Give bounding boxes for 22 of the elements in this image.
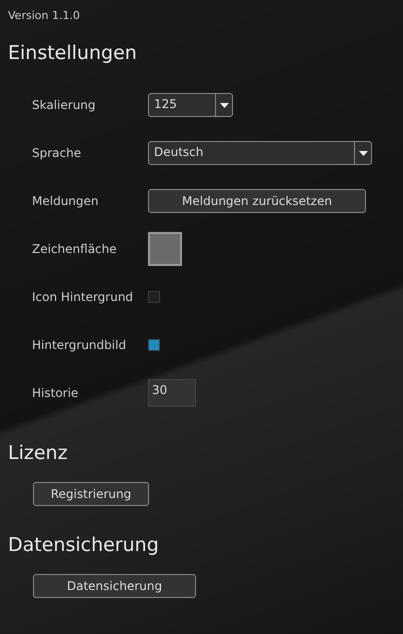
setting-label: Skalierung bbox=[31, 98, 97, 112]
setting-label: Icon Hintergrund bbox=[31, 290, 134, 304]
caret-icon bbox=[358, 150, 368, 156]
section-heading: Einstellungen bbox=[8, 42, 138, 64]
setting-label: Historie bbox=[31, 386, 80, 400]
reset-button[interactable]: Meldungen zurücksetzen bbox=[148, 189, 366, 213]
setting-label: Sprache bbox=[31, 146, 82, 160]
color-swatch[interactable] bbox=[148, 232, 182, 266]
caret-icon bbox=[220, 102, 228, 108]
checkbox[interactable] bbox=[148, 339, 160, 351]
register-button[interactable]: Registrierung bbox=[33, 482, 149, 506]
checkbox[interactable] bbox=[148, 291, 160, 303]
dropdown[interactable]: 125 bbox=[148, 93, 233, 117]
setting-label: Hintergrundbild bbox=[31, 338, 128, 352]
section-heading: Lizenz bbox=[8, 442, 69, 464]
number-field[interactable]: 30 bbox=[148, 379, 196, 407]
dropdown[interactable]: Deutsch bbox=[148, 141, 372, 165]
setting-label: Zeichenfläche bbox=[31, 242, 118, 256]
version-text: Version 1.1.0 bbox=[8, 9, 81, 22]
setting-label: Meldungen bbox=[31, 194, 100, 208]
backup-button[interactable]: Datensicherung bbox=[33, 574, 196, 598]
section-heading: Datensicherung bbox=[8, 534, 160, 556]
